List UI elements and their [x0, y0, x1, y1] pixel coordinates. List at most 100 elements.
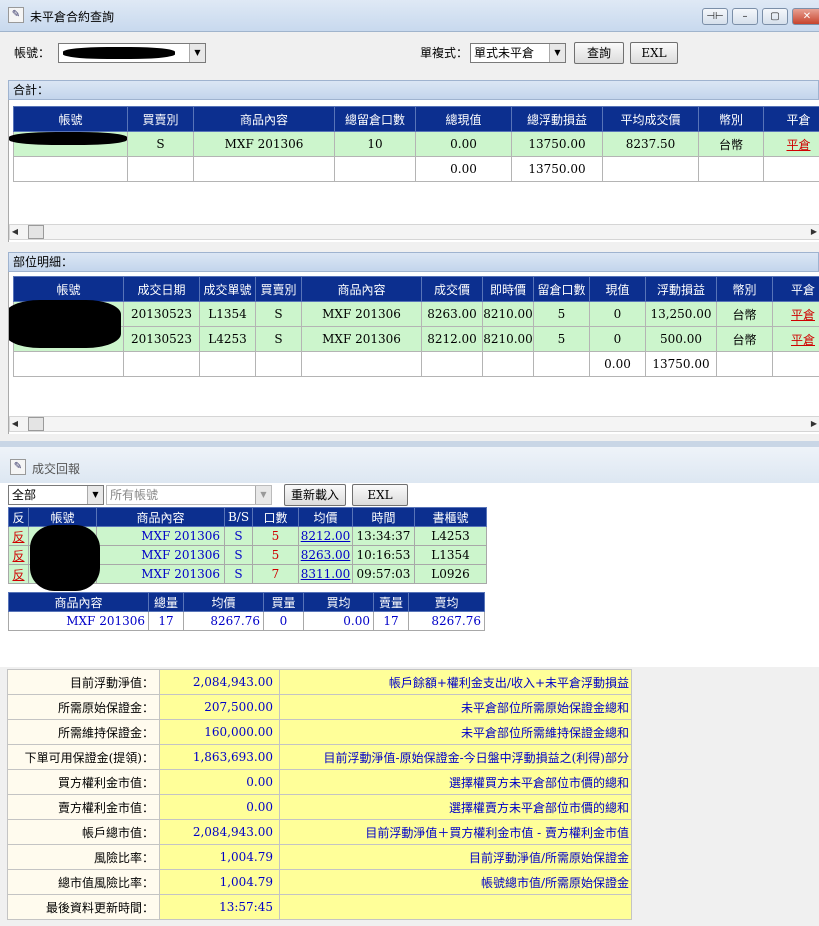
column-header[interactable]: 口數 [252, 507, 299, 527]
column-header[interactable]: 成交價 [421, 276, 483, 302]
restore-icon[interactable]: ⊣⊢ [702, 8, 728, 25]
column-header[interactable]: B/S [224, 507, 253, 527]
column-header[interactable]: 賣均 [408, 592, 485, 612]
table-cell: 8210.00 [482, 326, 534, 352]
scroll-left-icon[interactable]: ◀ [10, 417, 20, 431]
margin-label: 目前浮動淨值： [7, 669, 160, 695]
scroll-right-icon[interactable]: ▶ [809, 417, 819, 431]
column-header[interactable]: 幣別 [698, 106, 764, 132]
table-cell: L1354 [199, 301, 256, 327]
column-header[interactable]: 浮動損益 [645, 276, 717, 302]
column-header[interactable]: 均價 [183, 592, 264, 612]
column-header[interactable]: 總量 [148, 592, 184, 612]
column-header[interactable]: 買賣別 [255, 276, 302, 302]
scroll-thumb[interactable] [28, 225, 44, 239]
column-header[interactable]: 買均 [303, 592, 374, 612]
close-position-link[interactable]: 平倉 [763, 131, 819, 157]
column-header[interactable]: 反 [8, 507, 29, 527]
mode-select[interactable]: 單式未平倉 ▼ [470, 43, 566, 63]
fills-filter-select[interactable]: 全部 ▼ [8, 485, 104, 505]
column-header[interactable]: 平倉 [772, 276, 819, 302]
column-header[interactable]: 幣別 [716, 276, 773, 302]
column-header[interactable]: 總浮動損益 [511, 106, 603, 132]
table-cell: L0926 [414, 564, 487, 584]
table-cell: 20130523 [123, 326, 200, 352]
details-table: 帳號 成交日期 成交單號 買賣別 商品內容 成交價 即時價 留倉口數 現值 浮動損益 幣別 平倉 20… [13, 276, 819, 377]
column-header[interactable]: 總現值 [415, 106, 512, 132]
table-cell: 8263.00 [421, 301, 483, 327]
scroll-left-icon[interactable]: ◀ [10, 225, 20, 239]
column-header[interactable]: 即時價 [482, 276, 534, 302]
export-excel-button[interactable]: EXL [630, 42, 678, 64]
column-header[interactable]: 商品內容 [301, 276, 422, 302]
fills-title: 成交回報 [32, 462, 81, 476]
margin-label: 總市值風險比率： [7, 869, 160, 895]
reverse-order-link[interactable]: 反 [8, 564, 29, 584]
query-button[interactable]: 查詢 [574, 42, 624, 64]
horizontal-scrollbar[interactable]: ◀ ▶ [9, 416, 819, 432]
fills-title-bar[interactable]: ✎ 成交回報 [0, 447, 819, 483]
close-position-link[interactable] [772, 351, 819, 377]
chevron-down-icon[interactable]: ▼ [255, 486, 271, 504]
horizontal-scrollbar[interactable]: ◀ ▶ [9, 224, 819, 240]
chevron-down-icon[interactable]: ▼ [189, 44, 205, 62]
reload-button[interactable]: 重新載入 [284, 484, 346, 506]
close-position-link[interactable]: 平倉 [772, 301, 819, 327]
table-cell [193, 156, 335, 182]
table-row[interactable]: S MXF 201306 10 0.00 13750.00 8237.50 台幣 平倉 [13, 131, 819, 157]
table-cell: S [224, 564, 253, 584]
column-header[interactable]: 商品內容 [8, 592, 149, 612]
fills-account-select[interactable]: 所有帳號 ▼ [106, 485, 272, 505]
margin-description: 目前浮動淨值/所需原始保證金 [279, 844, 632, 870]
app-icon: ✎ [8, 7, 24, 23]
account-select[interactable]: ▼ [58, 43, 206, 63]
column-header[interactable]: 留倉口數 [533, 276, 590, 302]
margin-value: 2,084,943.00 [159, 669, 280, 695]
close-button[interactable]: ✕ [792, 8, 819, 25]
table-row[interactable]: 0.00 13750.00 [13, 351, 819, 377]
scroll-right-icon[interactable]: ▶ [809, 225, 819, 239]
column-header[interactable]: 買量 [263, 592, 304, 612]
column-header[interactable]: 商品內容 [193, 106, 335, 132]
reverse-order-link[interactable]: 反 [8, 545, 29, 565]
table-row[interactable]: MXF 201306 17 8267.76 0 0.00 17 8267.76 [8, 611, 485, 631]
column-header[interactable]: 成交日期 [123, 276, 200, 302]
column-header[interactable]: 賣量 [373, 592, 409, 612]
close-position-link[interactable] [763, 156, 819, 182]
column-header[interactable]: 成交單號 [199, 276, 256, 302]
column-header[interactable]: 帳號 [13, 106, 128, 132]
column-header[interactable]: 帳號 [28, 507, 97, 527]
table-row[interactable]: 20130523 L4253 S MXF 201306 8212.00 8210.00 5 0… [13, 326, 819, 352]
column-header[interactable]: 現值 [589, 276, 646, 302]
fill-price-link[interactable]: 8263.00 [298, 545, 353, 565]
redacted-account [30, 525, 100, 591]
table-row[interactable]: 0.00 13750.00 [13, 156, 819, 182]
column-header[interactable]: 均價 [298, 507, 353, 527]
table-cell: MXF 201306 [96, 564, 225, 584]
column-header[interactable]: 平倉 [763, 106, 819, 132]
column-header[interactable]: 總留倉口數 [334, 106, 416, 132]
app-icon: ✎ [10, 459, 26, 475]
fill-price-link[interactable]: 8311.00 [298, 564, 353, 584]
minimize-button[interactable]: – [732, 8, 758, 25]
column-header[interactable]: 商品內容 [96, 507, 225, 527]
table-cell: 17 [373, 611, 409, 631]
column-header[interactable]: 帳號 [13, 276, 124, 302]
chevron-down-icon[interactable]: ▼ [549, 44, 565, 62]
maximize-button[interactable]: ▢ [762, 8, 788, 25]
column-header[interactable]: 買賣別 [127, 106, 194, 132]
column-header[interactable]: 時間 [352, 507, 415, 527]
title-bar[interactable]: ✎ 未平倉合約查詢 ⊣⊢ – ▢ ✕ [0, 0, 819, 32]
table-cell: 8237.50 [602, 131, 699, 157]
table-cell: 8267.76 [183, 611, 264, 631]
fills-export-excel-button[interactable]: EXL [352, 484, 408, 506]
scroll-thumb[interactable] [28, 417, 44, 431]
close-position-link[interactable]: 平倉 [772, 326, 819, 352]
margin-row: 所需維持保證金： 160,000.00 未平倉部位所需維持保證金總和 [7, 719, 632, 745]
table-row[interactable]: 20130523 L1354 S MXF 201306 8263.00 8210.00 5 0… [13, 301, 819, 327]
column-header[interactable]: 書櫃號 [414, 507, 487, 527]
fill-price-link[interactable]: 8212.00 [298, 526, 353, 546]
chevron-down-icon[interactable]: ▼ [87, 486, 103, 504]
column-header[interactable]: 平均成交價 [602, 106, 699, 132]
reverse-order-link[interactable]: 反 [8, 526, 29, 546]
